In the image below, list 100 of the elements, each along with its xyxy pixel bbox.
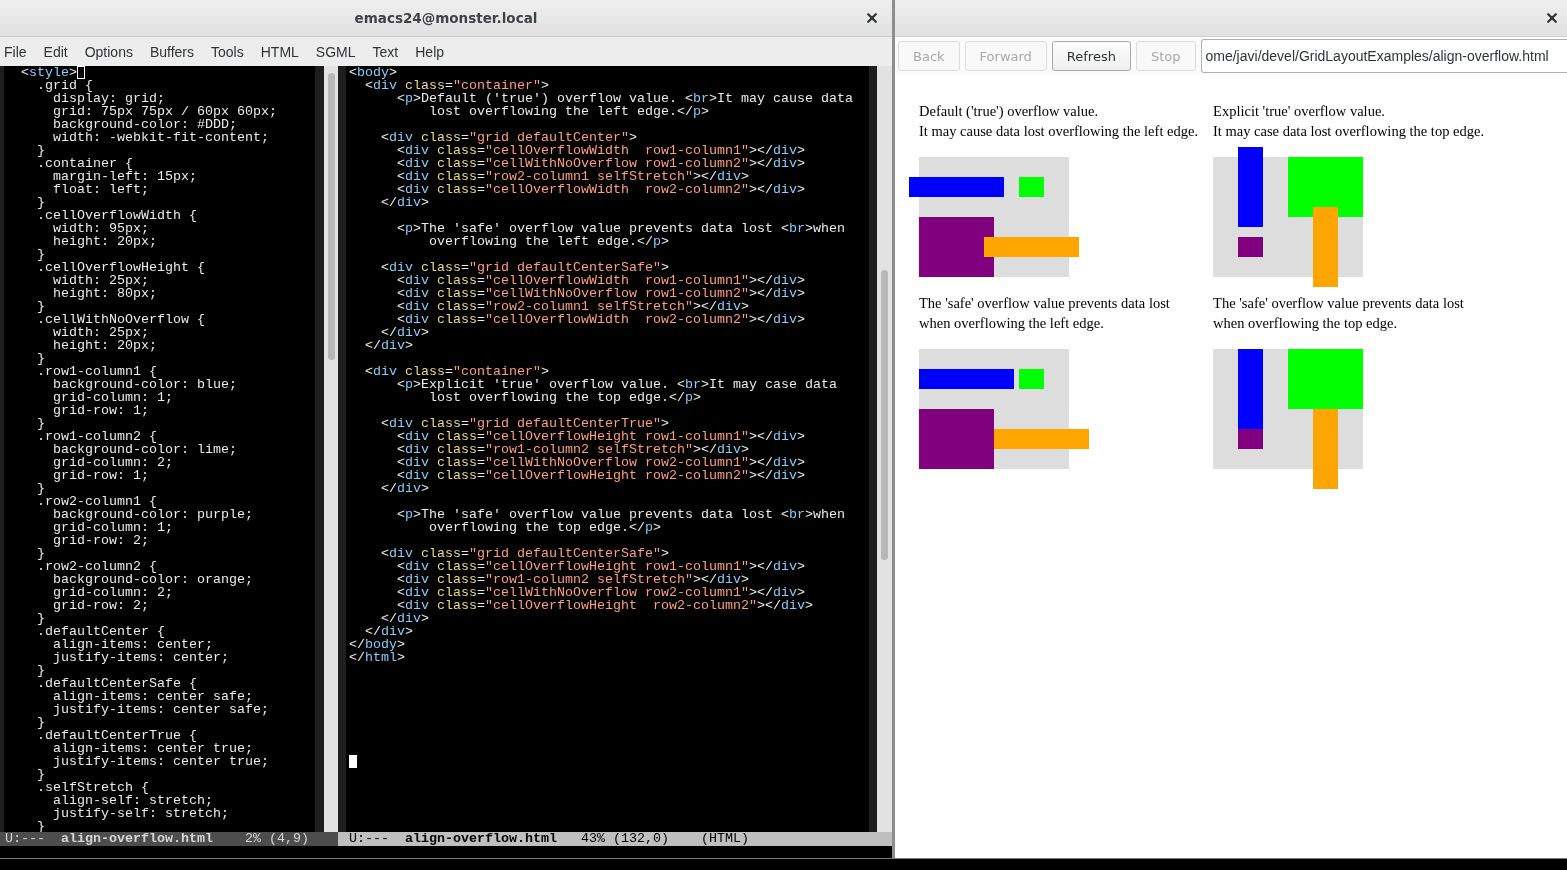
- code-line: }: [37, 715, 45, 730]
- code-line: </div>: [381, 325, 429, 340]
- code-line: <div class="grid defaultCenter">: [381, 130, 637, 145]
- menu-item[interactable]: Tools: [211, 43, 244, 60]
- address-field[interactable]: ome/javi/devel/GridLayoutExamples/align-overflow.html: [1200, 39, 1567, 73]
- cursor-position: (4,9): [268, 832, 309, 846]
- code-line: <div class="cellOverflowHeight row1-column1"></div>: [397, 429, 805, 444]
- code-line: }: [37, 767, 45, 782]
- code-line: grid-column: 1;: [53, 520, 173, 535]
- code-line: <p>Explicit 'true' overflow value. <br>It may case data: [397, 377, 837, 392]
- code-line: <div class="cellWithNoOverflow row1-column2"></div>: [397, 286, 805, 301]
- code-line: grid-row: 1;: [53, 403, 149, 418]
- code-line: overflowing the left edge.</p>: [429, 234, 669, 249]
- code-line: </html>: [349, 650, 405, 665]
- code-line: .container {: [37, 156, 133, 171]
- modified-status: U:---: [349, 832, 389, 846]
- code-line: <div class="cellOverflowHeight row2-column2"></div>: [397, 468, 805, 483]
- code-line: <div class="cellOverflowWidth row1-column1"></div>: [397, 143, 805, 158]
- buffer-name: align-overflow.html: [61, 832, 213, 846]
- modified-status: U:---: [5, 832, 45, 846]
- code-line: </div>: [381, 611, 429, 626]
- code-line: lost overflowing the top edge.</p>: [429, 390, 701, 405]
- code-line: background-color: blue;: [53, 377, 237, 392]
- code-line: height: 20px;: [53, 338, 157, 353]
- menu-item[interactable]: Edit: [43, 43, 68, 60]
- code-line: float: left;: [53, 182, 149, 197]
- code-line: }: [37, 143, 45, 158]
- code-line: .row2-column1 {: [37, 494, 157, 509]
- code-line: <div class="cellOverflowWidth row2-column2"></div>: [397, 182, 805, 197]
- code-line: height: 20px;: [53, 234, 157, 249]
- code-line: .defaultCenterSafe {: [37, 676, 197, 691]
- code-line: justify-self: stretch;: [53, 806, 229, 821]
- description-text: Default ('true') overflow value. It may cause data lost overflowing the left edge.: [919, 102, 1199, 141]
- code-line: align-items: center safe;: [53, 689, 253, 704]
- scrollbar[interactable]: [877, 66, 892, 832]
- scrollbar[interactable]: [324, 66, 338, 832]
- code-line: background-color: #DDD;: [53, 117, 237, 132]
- code-line: }: [37, 481, 45, 496]
- code-line: height: 80px;: [53, 286, 157, 301]
- code-line: margin-left: 15px;: [53, 169, 197, 184]
- menu-item[interactable]: File: [4, 43, 27, 60]
- code-line: }: [37, 247, 45, 262]
- code-line: grid-row: 1;: [53, 468, 149, 483]
- code-line: <div class="row2-column1 selfStretch"></div>: [397, 169, 749, 184]
- code-line: background-color: orange;: [53, 572, 253, 587]
- code-line: grid: 75px 75px / 60px 60px;: [53, 104, 277, 119]
- code-line: width: -webkit-fit-content;: [53, 130, 269, 145]
- code-line: .row2-column2 {: [37, 559, 157, 574]
- code-line: .cellOverflowWidth {: [37, 208, 197, 223]
- code-line: <div class="container">: [365, 78, 549, 93]
- code-line: <body>: [349, 66, 397, 80]
- code-line: .cellOverflowHeight {: [37, 260, 205, 275]
- code-line: }: [37, 416, 45, 431]
- code-line: .defaultCenter {: [37, 624, 165, 639]
- code-line: <div class="cellOverflowWidth row2-column2"></div>: [397, 312, 805, 327]
- scrollbar-thumb[interactable]: [327, 73, 335, 360]
- code-line: <div class="cellWithNoOverflow row2-column1"></div>: [397, 585, 805, 600]
- menu-item[interactable]: Text: [372, 43, 399, 60]
- description-text: Explicit 'true' overflow value. It may case data lost overflowing the top edge.: [1213, 102, 1484, 141]
- code-line: justify-items: center;: [53, 650, 229, 665]
- menu-item[interactable]: Help: [415, 43, 445, 60]
- code-line: </div>: [381, 195, 429, 210]
- menu-item[interactable]: Buffers: [149, 43, 195, 60]
- code-line: background-color: purple;: [53, 507, 253, 522]
- code-line: <div class="grid defaultCenterTrue">: [381, 416, 669, 431]
- buffer-name: align-overflow.html: [405, 832, 557, 846]
- description-text: The 'safe' overflow value prevents data lost when overflowing the left edge.: [919, 294, 1170, 333]
- code-line: <div class="cellOverflowWidth row1-column1"></div>: [397, 273, 805, 288]
- code-line: <style>: [21, 66, 77, 80]
- code-line: <div class="row2-column1 selfStretch"></div>: [397, 299, 749, 314]
- menu-item[interactable]: HTML: [260, 43, 299, 60]
- code-line: width: 25px;: [53, 325, 149, 340]
- code-line: grid-column: 2;: [53, 585, 173, 600]
- code-line: <p>The 'safe' overflow value prevents data lost <br>when: [397, 507, 845, 522]
- menu-item[interactable]: Options: [84, 43, 133, 60]
- code-line: align-self: stretch;: [53, 793, 213, 808]
- code-line: }: [37, 611, 45, 626]
- close-icon[interactable]: [1547, 13, 1557, 23]
- code-line: grid-row: 2;: [53, 598, 149, 613]
- code-line: grid-column: 2;: [53, 455, 173, 470]
- code-line: .row1-column2 {: [37, 429, 157, 444]
- code-line: <div class="cellOverflowHeight row2-column2"></div>: [397, 598, 813, 613]
- scroll-percent: 43%: [580, 831, 605, 846]
- code-line: }: [37, 195, 45, 210]
- refresh-button[interactable]: Refresh: [1051, 41, 1131, 71]
- code-line: </body>: [349, 637, 405, 652]
- code-line: .defaultCenterTrue {: [37, 728, 197, 743]
- code-line: lost overflowing the left edge.</p>: [429, 104, 709, 119]
- code-line: </div>: [365, 624, 413, 639]
- close-icon[interactable]: [867, 13, 877, 23]
- major-mode: (HTML): [700, 832, 749, 846]
- code-line: grid-column: 1;: [53, 390, 173, 405]
- code-line: <div class="container">: [365, 364, 549, 379]
- scroll-percent: 2%: [244, 831, 261, 846]
- code-line: justify-items: center safe;: [53, 702, 269, 717]
- scrollbar-thumb[interactable]: [881, 270, 888, 560]
- menu-item[interactable]: SGML: [315, 43, 356, 60]
- window-title: emacs24@monster.local: [354, 10, 538, 26]
- code-line: }: [37, 663, 45, 678]
- code-line: .selfStretch {: [37, 780, 149, 795]
